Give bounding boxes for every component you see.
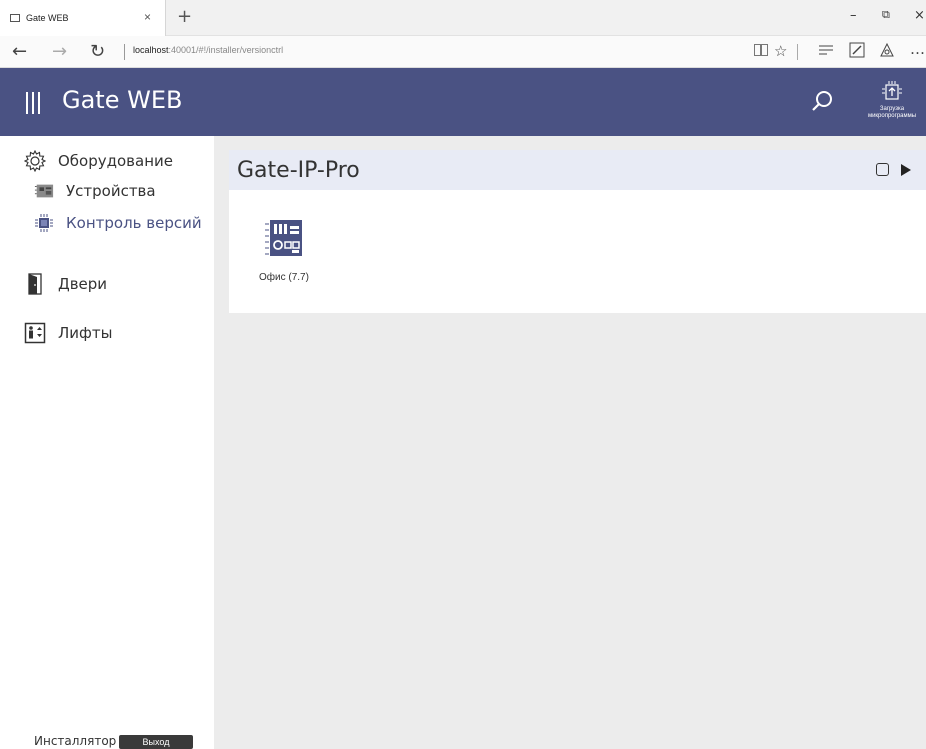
main-content: Gate-IP-Pro Офис (7.7)	[214, 136, 926, 749]
url-divider	[124, 44, 125, 60]
app-title: Gate WEB	[62, 86, 183, 114]
controller-panel: Gate-IP-Pro Офис (7.7)	[229, 150, 926, 313]
hub-icon[interactable]	[818, 42, 834, 60]
user-role: Инсталлятор	[34, 734, 117, 748]
firmware-label: Загрузка микропрограммы	[867, 106, 917, 119]
panel-title: Gate-IP-Pro	[237, 158, 360, 183]
chip-icon	[34, 214, 54, 232]
share-icon[interactable]	[879, 42, 895, 62]
select-checkbox[interactable]	[876, 163, 889, 176]
favorite-star-icon[interactable]: ☆	[774, 42, 787, 60]
restore-button[interactable]: ⧉	[882, 8, 890, 22]
sidebar-item-label: Оборудование	[58, 152, 173, 170]
device-tile[interactable]: Офис (7.7)	[259, 218, 309, 283]
sidebar-item-doors[interactable]: Двери	[24, 273, 107, 295]
forward-button[interactable]: →	[52, 41, 67, 62]
sidebar: Оборудование Устройства Контроль версий …	[0, 136, 214, 749]
elevator-icon	[24, 322, 46, 344]
web-note-icon[interactable]	[849, 42, 865, 62]
refresh-button[interactable]: ↻	[90, 41, 105, 62]
menu-icon[interactable]	[26, 92, 40, 114]
browser-address-bar: ← → ↻ localhost:40001/#!/installer/versi…	[0, 36, 926, 68]
app-header: Gate WEB Загрузка микропрограммы	[0, 68, 926, 136]
door-icon	[24, 273, 46, 295]
sidebar-item-label: Устройства	[66, 182, 156, 200]
firmware-chip-icon	[882, 81, 902, 100]
panel-header: Gate-IP-Pro	[229, 150, 926, 190]
logout-button[interactable]: Выход	[119, 735, 193, 749]
sidebar-item-label: Лифты	[58, 324, 113, 342]
window-close-button[interactable]: ×	[914, 8, 925, 23]
sidebar-item-label: Контроль версий	[66, 214, 202, 232]
device-board-icon	[34, 182, 54, 200]
browser-tab-bar: Gate WEB × + – ⧉ ×	[0, 0, 926, 36]
more-icon[interactable]: …	[910, 40, 925, 58]
sidebar-item-devices[interactable]: Устройства	[34, 182, 156, 200]
new-tab-button[interactable]: +	[177, 6, 192, 27]
minimize-button[interactable]: –	[850, 8, 857, 23]
sidebar-item-version-control[interactable]: Контроль версий	[34, 214, 202, 232]
tab-title: Gate WEB	[26, 13, 69, 23]
device-label: Офис (7.7)	[259, 272, 309, 283]
toolbar-divider	[797, 44, 798, 60]
play-icon[interactable]	[901, 164, 911, 176]
sidebar-item-equipment[interactable]: Оборудование	[24, 150, 173, 172]
url-host: localhost	[133, 45, 169, 55]
page-icon	[10, 14, 20, 22]
controller-board-icon	[264, 220, 302, 256]
browser-tab[interactable]: Gate WEB ×	[0, 0, 166, 36]
reading-view-icon[interactable]	[754, 44, 768, 60]
back-button[interactable]: ←	[12, 41, 27, 62]
sidebar-footer: Инсталлятор Выход	[0, 730, 214, 749]
tab-close-icon[interactable]: ×	[144, 10, 151, 24]
url-field[interactable]: localhost:40001/#!/installer/versionctrl	[133, 45, 283, 55]
firmware-upload-button[interactable]: Загрузка микропрограммы	[858, 80, 926, 128]
sidebar-item-elevators[interactable]: Лифты	[24, 322, 112, 344]
search-icon[interactable]	[811, 90, 833, 112]
sidebar-item-label: Двери	[58, 275, 108, 293]
url-path: :40001/#!/installer/versionctrl	[168, 45, 284, 55]
gear-icon	[24, 150, 46, 172]
